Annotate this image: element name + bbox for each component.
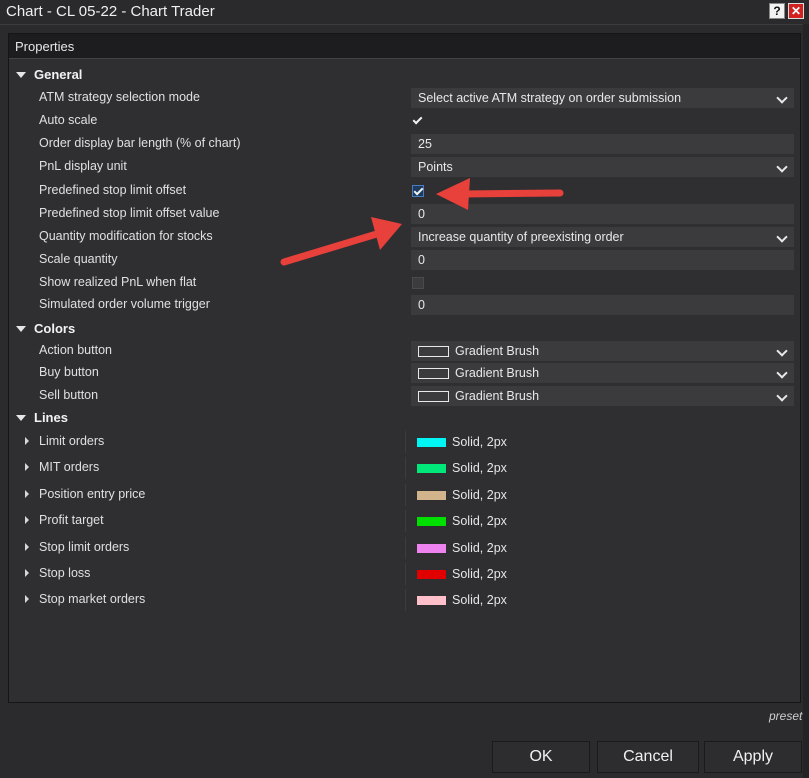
annotation-overlay <box>280 178 564 266</box>
annotation-arrow-checkbox <box>436 178 564 210</box>
annotation-arrow-offset-value <box>280 217 402 266</box>
